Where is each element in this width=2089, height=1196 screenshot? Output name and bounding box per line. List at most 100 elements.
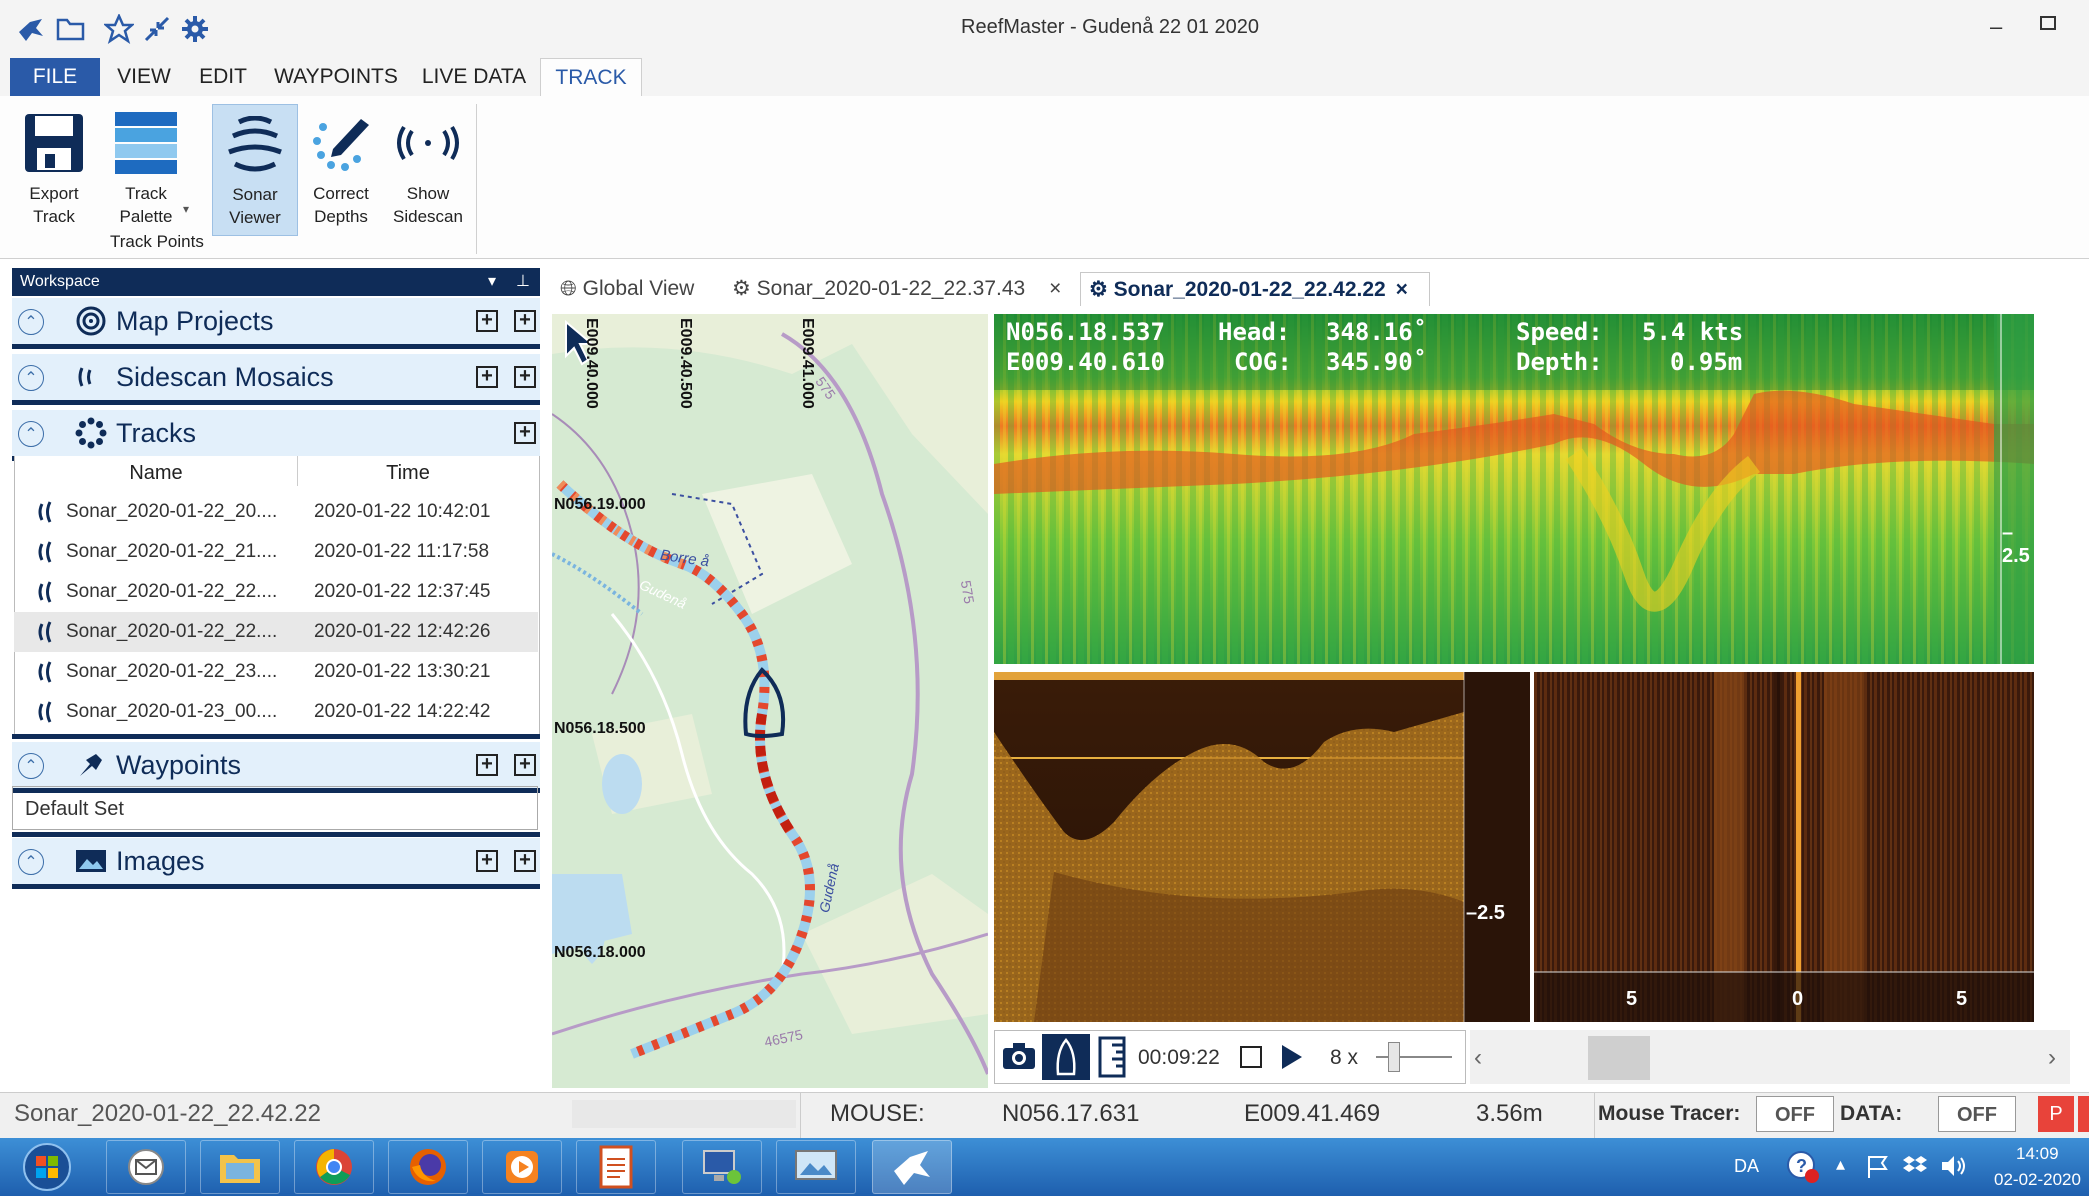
tray-expand-icon[interactable]: ▴ (1836, 1154, 1845, 1175)
tab-sonar-22-42-22[interactable]: ⚙︎ Sonar_2020-01-22_22.42.22 × (1080, 272, 1430, 306)
collapse-chevron-icon[interactable]: ⌃ (18, 421, 44, 447)
collapse-chevron-icon[interactable]: ⌃ (18, 309, 44, 335)
mouse-tracer-label: Mouse Tracer: (1598, 1102, 1741, 1125)
status-divider (800, 1092, 801, 1138)
track-row-selected[interactable]: Sonar_2020-01-22_22.... 2020-01-22 12:42… (14, 612, 538, 652)
section-sidescan-mosaics[interactable]: ⌃ Sidescan Mosaics + + (12, 354, 540, 405)
taskbar-display-icon[interactable] (776, 1140, 856, 1194)
map-lon-label: E009.40.000 (583, 318, 600, 409)
record-p-button[interactable]: P (2038, 1096, 2074, 1132)
track-palette-button[interactable]: Track Palette (110, 104, 182, 228)
tab-sonar-22-37-43[interactable]: ⚙︎ Sonar_2020-01-22_22.37.43 × (732, 272, 1072, 306)
close-tab-icon[interactable]: × (1396, 278, 1408, 301)
track-row[interactable]: Sonar_2020-01-22_20.... 2020-01-22 10:42… (14, 492, 538, 532)
tray-clock-time[interactable]: 14:09 (2016, 1144, 2059, 1164)
taskbar-firefox-icon[interactable] (388, 1140, 468, 1194)
track-row[interactable]: Sonar_2020-01-22_22.... 2020-01-22 12:37… (14, 572, 538, 612)
taskbar-chrome-icon[interactable] (294, 1140, 374, 1194)
status-track-name: Sonar_2020-01-22_22.42.22 (14, 1100, 321, 1127)
start-button[interactable] (18, 1140, 76, 1194)
scrollbar-thumb[interactable] (1588, 1036, 1650, 1080)
ruler-icon[interactable] (1098, 1036, 1126, 1083)
sonar-2d-view[interactable]: N056.18.537 E009.40.610 Head: 348.16˚ CO… (994, 314, 2034, 664)
export-track-button[interactable]: Export Track (14, 104, 94, 228)
sonar-track-icon (36, 619, 58, 651)
section-tracks[interactable]: ⌃ Tracks + (12, 410, 540, 461)
taskbar-computer-icon[interactable] (682, 1140, 762, 1194)
taskbar-reefmaster-icon[interactable] (872, 1140, 952, 1194)
section-map-projects[interactable]: ⌃ Map Projects + + (12, 298, 540, 349)
import-image-button[interactable]: + (514, 850, 536, 872)
show-sidescan-button[interactable]: Show Sidescan (388, 104, 468, 228)
tray-flag-icon[interactable] (1866, 1154, 1890, 1185)
minimize-button[interactable]: – (1990, 14, 2002, 40)
menu-view[interactable]: VIEW (108, 58, 180, 96)
correct-depths-button[interactable]: Correct Depths (302, 104, 380, 228)
tray-help-icon[interactable]: ? (1786, 1150, 1820, 1189)
scroll-right-icon[interactable]: › (2048, 1044, 2056, 1072)
tray-dropbox-icon[interactable] (1902, 1154, 1928, 1183)
track-row[interactable]: Sonar_2020-01-22_23.... 2020-01-22 13:30… (14, 652, 538, 692)
tray-clock-date[interactable]: 02-02-2020 (1994, 1170, 2081, 1190)
svg-text:?: ? (1796, 1156, 1807, 1176)
osd-depth-value: 0.95m (1670, 348, 1743, 376)
menu-file[interactable]: FILE (10, 58, 100, 96)
add-mosaic-button[interactable]: + (476, 366, 498, 388)
sonar-viewer-button[interactable]: Sonar Viewer (212, 104, 298, 236)
column-header-name[interactable]: Name (14, 462, 298, 485)
snapshot-camera-icon[interactable] (1002, 1042, 1036, 1075)
sonar-track-icon (36, 539, 58, 571)
timeline-scrollbar[interactable] (1470, 1030, 2070, 1084)
menu-edit[interactable]: EDIT (190, 58, 256, 96)
tab-global-view[interactable]: 🌐︎ Global View (560, 272, 720, 306)
track-gear-icon (74, 417, 108, 449)
add-waypoint-button[interactable]: + (476, 754, 498, 776)
status-divider (1594, 1092, 1595, 1138)
add-map-project-button[interactable]: + (476, 310, 498, 332)
import-waypoint-button[interactable]: + (514, 754, 536, 776)
play-button[interactable] (1280, 1044, 1304, 1075)
tray-volume-icon[interactable] (1940, 1152, 1968, 1185)
dropdown-arrow-icon[interactable]: ▾ (183, 202, 189, 216)
sidescan-view[interactable]: 5 0 5 (1534, 672, 2034, 1022)
boat-view-button[interactable] (1042, 1034, 1090, 1080)
pin-icon[interactable]: ⊥ (516, 268, 530, 296)
taskbar-media-player-icon[interactable] (482, 1140, 562, 1194)
sonar-track-icon (36, 499, 58, 531)
menu-track[interactable]: TRACK (540, 58, 642, 97)
data-toggle[interactable]: OFF (1938, 1096, 2016, 1132)
sonar-track-icon (36, 659, 58, 691)
mouse-tracer-toggle[interactable]: OFF (1756, 1096, 1834, 1132)
taskbar-explorer-icon[interactable] (200, 1140, 280, 1194)
import-track-button[interactable]: + (514, 422, 536, 444)
import-map-project-button[interactable]: + (514, 310, 536, 332)
playback-speed[interactable]: 8 x (1330, 1046, 1358, 1070)
sidescan-range-label: 5 (1626, 988, 1638, 1010)
restore-button[interactable] (2040, 16, 2056, 30)
tray-language[interactable]: DA (1734, 1156, 1759, 1177)
taskbar-document-icon[interactable] (576, 1140, 656, 1194)
stop-button[interactable] (1240, 1046, 1262, 1068)
collapse-chevron-icon[interactable]: ⌃ (18, 849, 44, 875)
track-row[interactable]: Sonar_2020-01-23_00.... 2020-01-22 14:22… (14, 692, 538, 732)
track-row[interactable]: Sonar_2020-01-22_21.... 2020-01-22 11:17… (14, 532, 538, 572)
menu-live-data[interactable]: LIVE DATA (418, 58, 530, 96)
menu-waypoints[interactable]: WAYPOINTS (268, 58, 404, 96)
workspace-dropdown-icon[interactable]: ▾ (488, 268, 496, 296)
collapse-chevron-icon[interactable]: ⌃ (18, 365, 44, 391)
close-tab-icon[interactable]: × (1049, 277, 1061, 300)
sonar-track-icon (36, 699, 58, 731)
import-mosaic-button[interactable]: + (514, 366, 536, 388)
column-header-time[interactable]: Time (300, 462, 516, 485)
speed-slider-thumb[interactable] (1388, 1042, 1400, 1072)
scroll-left-icon[interactable]: ‹ (1474, 1044, 1482, 1072)
map-view[interactable]: E009.40.000 E009.40.500 E009.41.000 N056… (552, 314, 988, 1088)
collapse-chevron-icon[interactable]: ⌃ (18, 753, 44, 779)
section-images[interactable]: ⌃ Images + + (12, 838, 540, 889)
downscan-image (994, 672, 1530, 1022)
waypoint-set-default[interactable]: Default Set (12, 786, 538, 830)
taskbar-mail-icon[interactable] (106, 1140, 186, 1194)
add-image-button[interactable]: + (476, 850, 498, 872)
downscan-view[interactable]: –2.5 (994, 672, 1530, 1022)
sidescan-waves-icon (74, 362, 108, 392)
